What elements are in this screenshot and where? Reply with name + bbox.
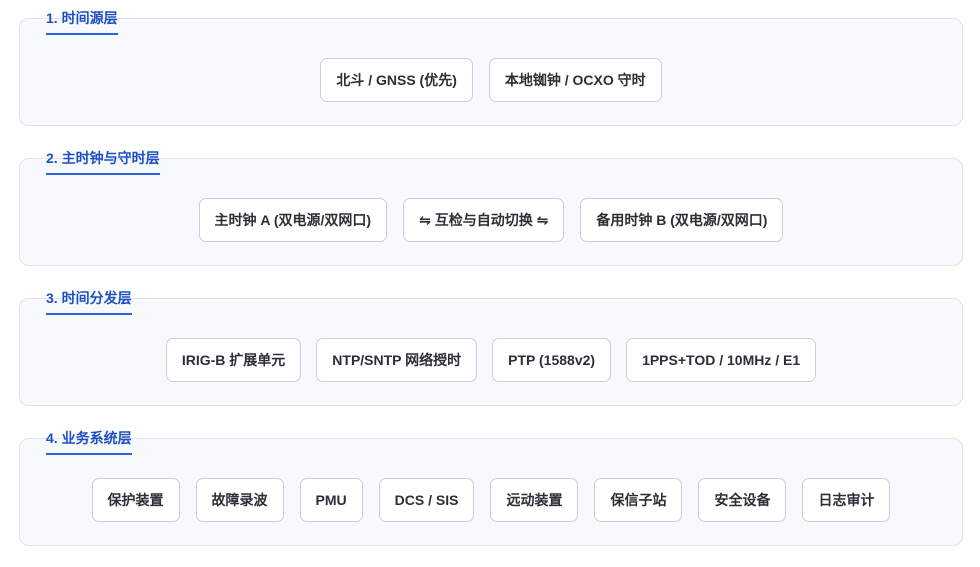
node-irig-b[interactable]: IRIG-B 扩展单元 bbox=[165, 338, 302, 382]
node-protection-info-substation[interactable]: 保信子站 bbox=[594, 478, 683, 522]
node-pmu[interactable]: PMU bbox=[299, 478, 363, 522]
node-ptp[interactable]: PTP (1588v2) bbox=[492, 338, 612, 382]
node-row: 主时钟 A (双电源/双网口) ⇋ 互检与自动切换 ⇋ 备用时钟 B (双电源/… bbox=[20, 197, 962, 243]
layer-master-clock: 2. 主时钟与守时层 主时钟 A (双电源/双网口) ⇋ 互检与自动切换 ⇋ 备… bbox=[19, 150, 963, 266]
node-ntp-sntp[interactable]: NTP/SNTP 网络授时 bbox=[316, 338, 478, 382]
layer-time-source: 1. 时间源层 北斗 / GNSS (优先) 本地铷钟 / OCXO 守时 bbox=[19, 10, 963, 126]
node-mutual-check-switch[interactable]: ⇋ 互检与自动切换 ⇋ bbox=[403, 198, 565, 242]
node-protection-device[interactable]: 保护装置 bbox=[91, 478, 180, 522]
node-rubidium-ocxo[interactable]: 本地铷钟 / OCXO 守时 bbox=[488, 58, 662, 102]
layer-time-distribution: 3. 时间分发层 IRIG-B 扩展单元 NTP/SNTP 网络授时 PTP (… bbox=[19, 290, 963, 406]
node-backup-clock-b[interactable]: 备用时钟 B (双电源/双网口) bbox=[580, 198, 784, 242]
node-row: 保护装置 故障录波 PMU DCS / SIS 远动装置 保信子站 安全设备 日… bbox=[20, 477, 962, 523]
node-fault-recorder[interactable]: 故障录波 bbox=[195, 478, 284, 522]
layer-title: 3. 时间分发层 bbox=[46, 288, 132, 315]
node-beidou-gnss[interactable]: 北斗 / GNSS (优先) bbox=[320, 58, 473, 102]
layer-title: 4. 业务系统层 bbox=[46, 428, 132, 455]
node-row: 北斗 / GNSS (优先) 本地铷钟 / OCXO 守时 bbox=[20, 57, 962, 103]
node-1pps-tod[interactable]: 1PPS+TOD / 10MHz / E1 bbox=[626, 338, 817, 382]
node-master-clock-a[interactable]: 主时钟 A (双电源/双网口) bbox=[198, 198, 388, 242]
node-security-device[interactable]: 安全设备 bbox=[698, 478, 787, 522]
layer-business-systems: 4. 业务系统层 保护装置 故障录波 PMU DCS / SIS 远动装置 保信… bbox=[19, 430, 963, 546]
node-row: IRIG-B 扩展单元 NTP/SNTP 网络授时 PTP (1588v2) 1… bbox=[20, 337, 962, 383]
layer-title: 2. 主时钟与守时层 bbox=[46, 148, 160, 175]
layer-title: 1. 时间源层 bbox=[46, 8, 118, 35]
node-telecontrol-device[interactable]: 远动装置 bbox=[490, 478, 579, 522]
node-dcs-sis[interactable]: DCS / SIS bbox=[378, 478, 475, 522]
node-log-audit[interactable]: 日志审计 bbox=[802, 478, 891, 522]
